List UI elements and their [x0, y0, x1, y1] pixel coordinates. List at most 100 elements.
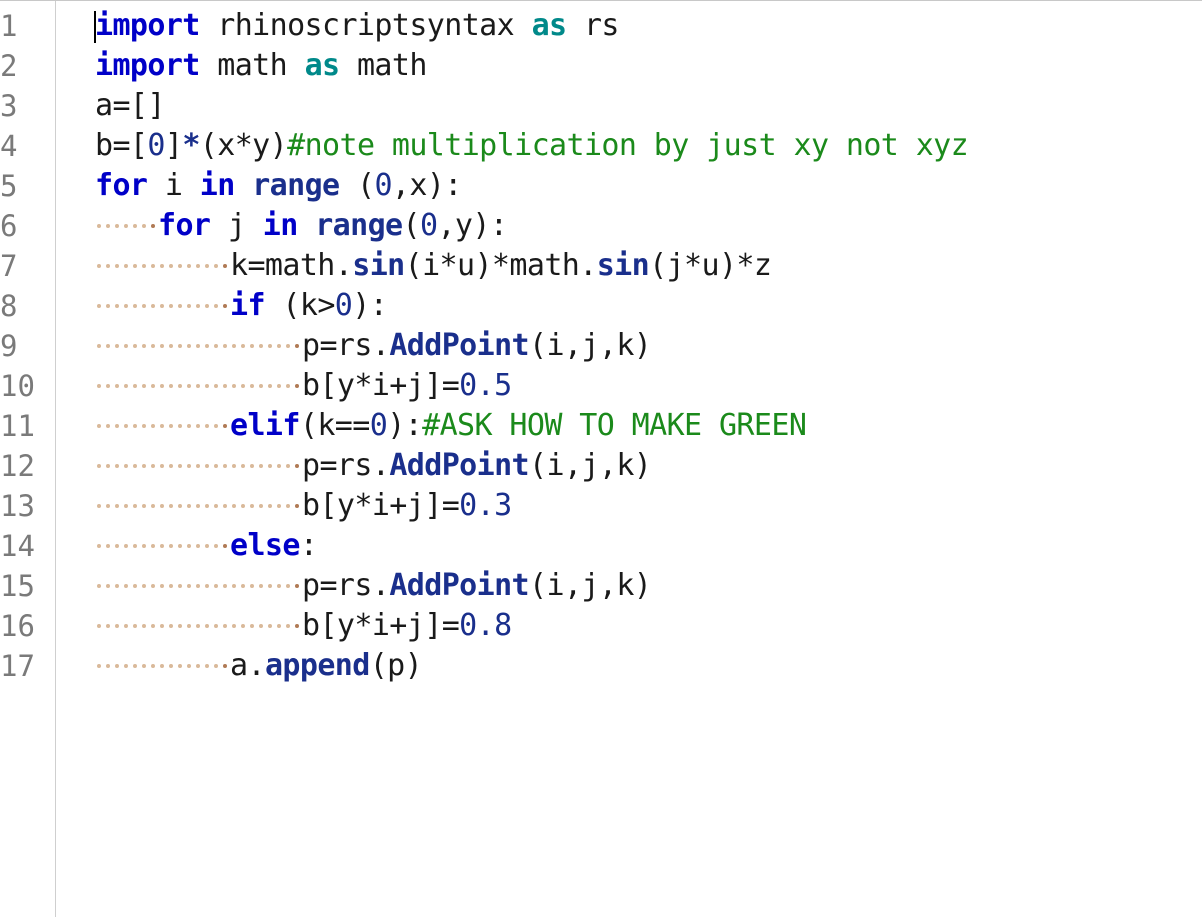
code-token: b[y*i+j]= — [302, 608, 460, 643]
whitespace-dot — [212, 646, 221, 686]
code-line[interactable]: a=[] — [95, 86, 968, 126]
code-line[interactable]: else: — [95, 526, 968, 566]
code-token: AddPoint — [389, 328, 530, 363]
code-token: 0 — [374, 168, 392, 203]
code-token: import — [95, 48, 200, 83]
code-area[interactable]: import rhinoscriptsyntax as rs import mat… — [95, 6, 969, 686]
code-line[interactable]: elif(k==0):#ASK HOW TO MAKE GREEN — [95, 406, 968, 446]
whitespace-dot — [212, 366, 221, 406]
whitespace-dot — [95, 326, 104, 366]
code-token: (x*y) — [199, 128, 288, 163]
whitespace-dot — [122, 486, 131, 526]
whitespace-dot — [266, 606, 275, 646]
whitespace-dot — [230, 606, 239, 646]
code-token: 0.5 — [459, 368, 512, 403]
whitespace-dot — [275, 366, 284, 406]
indent-whitespace — [95, 326, 302, 366]
code-token: (k== — [299, 408, 370, 443]
code-token: i — [147, 168, 200, 203]
whitespace-dot — [122, 526, 131, 566]
code-token: (i,j,k) — [529, 448, 652, 483]
whitespace-dot — [221, 366, 230, 406]
whitespace-dot — [95, 566, 104, 606]
whitespace-dot — [167, 406, 176, 446]
whitespace-dot — [158, 326, 167, 366]
whitespace-dot — [203, 606, 212, 646]
code-token: import — [95, 8, 200, 43]
whitespace-dot — [248, 606, 257, 646]
code-line[interactable]: p=rs.AddPoint(i,j,k) — [95, 326, 968, 366]
code-token: ] — [164, 128, 183, 163]
code-token: a. — [230, 648, 266, 683]
code-token: for — [95, 168, 148, 203]
whitespace-dot — [131, 446, 140, 486]
code-line[interactable]: k=math.sin(i*u)*math.sin(j*u)*z — [95, 246, 968, 286]
whitespace-dot — [113, 366, 122, 406]
code-token: #ASK HOW TO MAKE GREEN — [422, 408, 807, 443]
code-token: rhinoscriptsyntax — [199, 8, 532, 43]
whitespace-dot — [284, 606, 293, 646]
whitespace-dot — [158, 566, 167, 606]
whitespace-dot — [221, 566, 230, 606]
code-line[interactable]: b[y*i+j]=0.5 — [95, 366, 968, 406]
code-editor[interactable]: 1 2 3 4 5 6 7 8 9 10 11 12 13 14 15 16 17 import rhinosc… — [0, 0, 1202, 917]
code-token: b=[ — [95, 128, 148, 163]
code-token: #note multiplication by just xy not xyz — [287, 128, 969, 163]
whitespace-dot — [122, 286, 131, 326]
whitespace-dot — [212, 246, 221, 286]
code-line[interactable]: p=rs.AddPoint(i,j,k) — [95, 446, 968, 486]
whitespace-dot — [212, 446, 221, 486]
whitespace-dot — [140, 486, 149, 526]
whitespace-dot — [239, 366, 248, 406]
whitespace-dot — [284, 486, 293, 526]
code-line[interactable]: b[y*i+j]=0.8 — [95, 606, 968, 646]
whitespace-dot — [149, 366, 158, 406]
code-line[interactable]: a.append(p) — [95, 646, 968, 686]
whitespace-dot — [293, 606, 302, 646]
code-line[interactable]: import rhinoscriptsyntax as rs — [95, 6, 968, 46]
code-line[interactable]: import math as math — [95, 46, 968, 86]
whitespace-dot — [113, 406, 122, 446]
code-line[interactable]: if (k>0): — [95, 286, 968, 326]
whitespace-dot — [167, 606, 176, 646]
whitespace-dot — [158, 246, 167, 286]
code-line[interactable]: b[y*i+j]=0.3 — [95, 486, 968, 526]
whitespace-dot — [221, 406, 230, 446]
whitespace-dot — [185, 646, 194, 686]
whitespace-dot — [167, 326, 176, 366]
code-token: for — [158, 208, 211, 243]
code-token: if — [230, 288, 266, 323]
whitespace-dot — [131, 526, 140, 566]
code-line[interactable]: b=[0]*(x*y)#note multiplication by just … — [95, 126, 969, 166]
whitespace-dot — [284, 366, 293, 406]
whitespace-dot — [257, 446, 266, 486]
whitespace-dot — [203, 366, 212, 406]
whitespace-dot — [140, 246, 149, 286]
code-token: 0.3 — [459, 488, 512, 523]
code-line[interactable]: for j in range(0,y): — [95, 206, 968, 246]
whitespace-dot — [194, 486, 203, 526]
whitespace-dot — [221, 646, 230, 686]
whitespace-dot — [221, 246, 230, 286]
whitespace-dot — [113, 286, 122, 326]
whitespace-dot — [293, 566, 302, 606]
whitespace-dot — [113, 246, 122, 286]
line-number: 3 — [0, 89, 18, 123]
whitespace-dot — [149, 406, 158, 446]
whitespace-dot — [167, 526, 176, 566]
code-token: elif — [230, 408, 300, 443]
whitespace-dot — [239, 446, 248, 486]
code-token: k=math. — [230, 248, 353, 283]
code-token: (i,j,k) — [529, 328, 652, 363]
whitespace-dot — [158, 606, 167, 646]
line-number: 1 — [0, 9, 18, 43]
whitespace-dot — [140, 566, 149, 606]
whitespace-dot — [293, 486, 302, 526]
code-line[interactable]: for i in range (0,x): — [95, 166, 968, 206]
whitespace-dot — [149, 206, 158, 246]
code-token: sin — [596, 248, 650, 283]
indent-whitespace — [95, 406, 230, 446]
whitespace-dot — [140, 646, 149, 686]
whitespace-dot — [131, 206, 140, 246]
code-line[interactable]: p=rs.AddPoint(i,j,k) — [95, 566, 968, 606]
